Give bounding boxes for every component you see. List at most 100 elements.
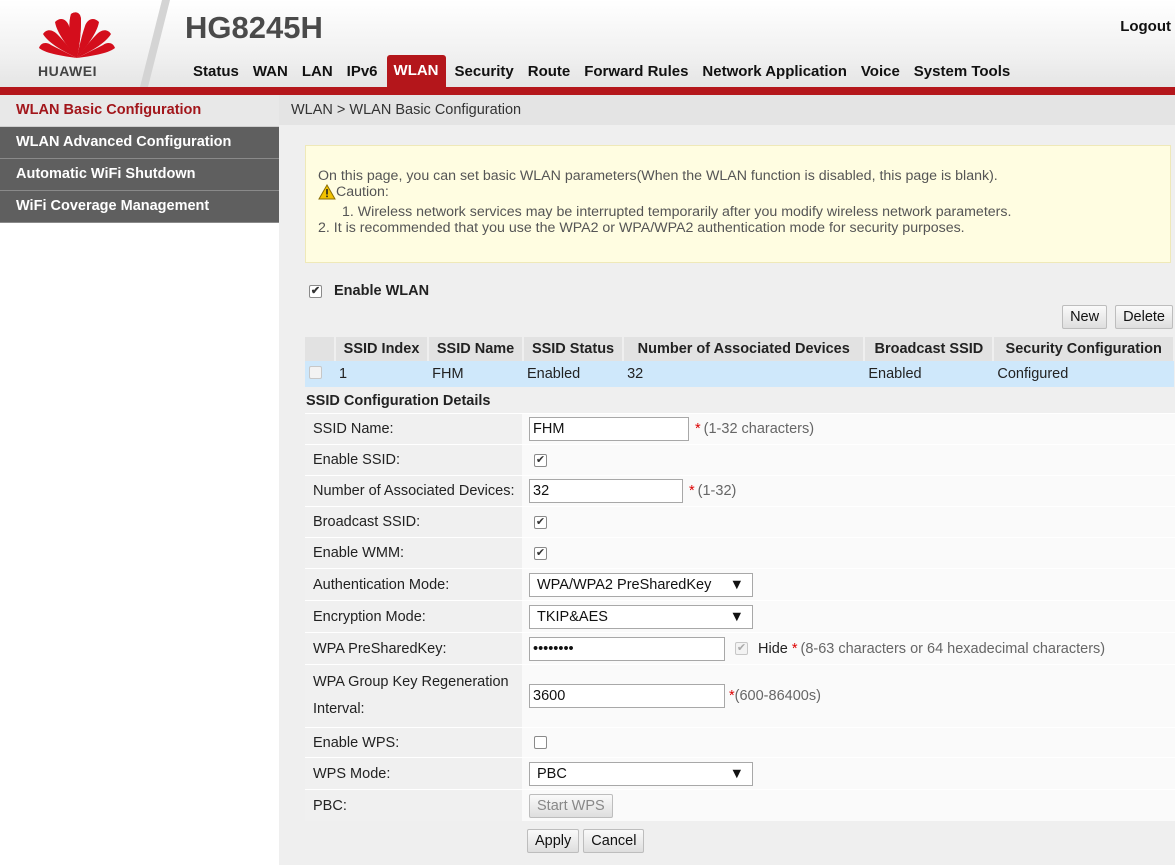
enc-mode-select[interactable]: TKIP&AES ▼: [529, 604, 753, 629]
ssid-name-input[interactable]: [529, 417, 689, 441]
enc-mode-selected: TKIP&AES: [537, 608, 608, 625]
caution-row: Caution:: [318, 184, 389, 200]
enable-wlan-checkbox[interactable]: ✔: [309, 284, 322, 298]
cancel-button[interactable]: Cancel: [583, 829, 645, 853]
nav-status[interactable]: Status: [186, 55, 246, 87]
num-devices-input[interactable]: [529, 479, 683, 503]
row-select-cell: [305, 361, 335, 387]
sidebar: WLAN Basic Configuration WLAN Advanced C…: [0, 95, 279, 865]
header-bar: [0, 87, 1175, 95]
sidebar-item-wlan-basic[interactable]: WLAN Basic Configuration: [0, 95, 279, 127]
group-key-input[interactable]: [529, 684, 725, 708]
auth-mode-selected: WPA/WPA2 PreSharedKey: [537, 576, 712, 593]
psk-hint: (8-63 characters or 64 hexadecimal chara…: [800, 640, 1106, 657]
start-wps-button[interactable]: Start WPS: [529, 793, 613, 818]
huawei-logo: HUAWEI: [0, 0, 160, 87]
ssid-name-value-cell: * (1-32 characters): [522, 414, 1175, 444]
table-actions: New Delete: [1062, 305, 1173, 329]
sidebar-item-wlan-advanced[interactable]: WLAN Advanced Configuration: [0, 127, 279, 159]
num-devices-hint: (1-32): [697, 483, 737, 499]
enable-wlan-label: Enable WLAN: [334, 283, 430, 299]
main-content: WLAN > WLAN Basic Configuration On this …: [279, 95, 1175, 865]
nav-wlan[interactable]: WLAN: [386, 55, 446, 87]
row-num-devices: Number of Associated Devices: * (1-32): [305, 475, 1175, 506]
row-enable-ssid: Enable SSID: ✔: [305, 444, 1175, 475]
notice-line-2: 1. Wireless network services may be inte…: [342, 204, 1012, 220]
nav-lan[interactable]: LAN: [295, 55, 340, 87]
nav-security[interactable]: Security: [448, 55, 521, 87]
psk-input[interactable]: [529, 636, 725, 661]
broadcast-ssid-value-cell: ✔: [522, 507, 1175, 537]
main-nav: Status WAN LAN IPv6 WLAN Security Route …: [186, 55, 1017, 87]
enable-wps-value-cell: [522, 728, 1175, 757]
broadcast-ssid-label: Broadcast SSID:: [305, 507, 522, 537]
psk-label: WPA PreSharedKey:: [305, 633, 522, 664]
nav-network-application[interactable]: Network Application: [695, 55, 853, 87]
enable-ssid-value-cell: ✔: [522, 445, 1175, 475]
enable-wmm-checkbox[interactable]: ✔: [534, 546, 547, 560]
enable-ssid-checkbox[interactable]: ✔: [534, 453, 547, 467]
group-key-value-cell: * (600-86400s): [522, 665, 1175, 727]
cell-ssid-status: Enabled: [522, 361, 624, 387]
row-auth-mode: Authentication Mode: WPA/WPA2 PreSharedK…: [305, 568, 1175, 600]
enable-wps-checkbox[interactable]: [534, 736, 547, 749]
wps-mode-value-cell: PBC ▼: [522, 758, 1175, 789]
table-header-broadcast: Broadcast SSID: [864, 337, 995, 361]
hide-psk-checkbox[interactable]: ✔: [735, 642, 748, 655]
pbc-label: PBC:: [305, 790, 522, 821]
table-header-select: [305, 337, 336, 361]
notice-line-3: 2. It is recommended that you use the WP…: [318, 220, 965, 236]
sidebar-item-wifi-shutdown[interactable]: Automatic WiFi Shutdown: [0, 159, 279, 191]
sidebar-item-wifi-coverage[interactable]: WiFi Coverage Management: [0, 191, 279, 223]
table-header-ssid-index: SSID Index: [335, 337, 430, 361]
nav-route[interactable]: Route: [521, 55, 578, 87]
enable-wmm-label: Enable WMM:: [305, 538, 522, 568]
required-mark: *: [695, 421, 701, 437]
auth-mode-select[interactable]: WPA/WPA2 PreSharedKey ▼: [529, 572, 753, 597]
ssid-table: SSID Index SSID Name SSID Status Number …: [305, 337, 1175, 387]
row-pbc: PBC: Start WPS: [305, 789, 1175, 821]
header: HUAWEI HG8245H Logout Status WAN LAN IPv…: [0, 0, 1175, 95]
nav-wan[interactable]: WAN: [246, 55, 295, 87]
apply-button[interactable]: Apply: [527, 829, 580, 853]
hide-psk-label: Hide: [758, 640, 788, 657]
warning-icon: [318, 184, 336, 200]
cell-ssid-name: FHM: [428, 361, 523, 387]
wps-mode-selected: PBC: [537, 765, 567, 782]
nav-system-tools[interactable]: System Tools: [907, 55, 1017, 87]
row-enable-wps: Enable WPS:: [305, 727, 1175, 757]
required-mark: *: [689, 483, 695, 499]
delete-button[interactable]: Delete: [1115, 305, 1173, 329]
form-actions: Apply Cancel: [527, 829, 645, 853]
header-divider: [140, 0, 170, 87]
row-wps-mode: WPS Mode: PBC ▼: [305, 757, 1175, 789]
enable-ssid-label: Enable SSID:: [305, 445, 522, 475]
breadcrumb: WLAN > WLAN Basic Configuration: [279, 95, 1175, 125]
cell-security: Configured: [993, 361, 1174, 387]
group-key-label: WPA Group Key Regeneration Interval:: [305, 665, 522, 727]
num-devices-label: Number of Associated Devices:: [305, 476, 522, 506]
nav-ipv6[interactable]: IPv6: [340, 55, 385, 87]
table-row[interactable]: 1 FHM Enabled 32 Enabled Configured: [305, 361, 1174, 387]
product-name: HG8245H: [185, 10, 323, 45]
wps-mode-select[interactable]: PBC ▼: [529, 761, 753, 786]
psk-value-cell: ✔ Hide * (8-63 characters or 64 hexadeci…: [522, 633, 1175, 664]
new-button[interactable]: New: [1062, 305, 1108, 329]
dropdown-arrow-icon: ▼: [729, 576, 744, 593]
enable-wps-label: Enable WPS:: [305, 728, 522, 757]
row-enc-mode: Encryption Mode: TKIP&AES ▼: [305, 600, 1175, 632]
wps-mode-label: WPS Mode:: [305, 758, 522, 789]
row-checkbox[interactable]: [309, 365, 322, 379]
details-title: SSID Configuration Details: [306, 393, 491, 409]
broadcast-ssid-checkbox[interactable]: ✔: [534, 515, 547, 529]
logout-link[interactable]: Logout: [1120, 18, 1171, 35]
nav-voice[interactable]: Voice: [854, 55, 907, 87]
dropdown-arrow-icon: ▼: [729, 608, 744, 625]
ssid-name-hint: (1-32 characters): [703, 421, 815, 437]
nav-forward-rules[interactable]: Forward Rules: [577, 55, 695, 87]
dropdown-arrow-icon: ▼: [729, 765, 744, 782]
table-header-ssid-status: SSID Status: [522, 337, 625, 361]
required-mark: *: [791, 640, 798, 657]
cell-devices: 32: [623, 361, 865, 387]
table-header-ssid-name: SSID Name: [428, 337, 524, 361]
